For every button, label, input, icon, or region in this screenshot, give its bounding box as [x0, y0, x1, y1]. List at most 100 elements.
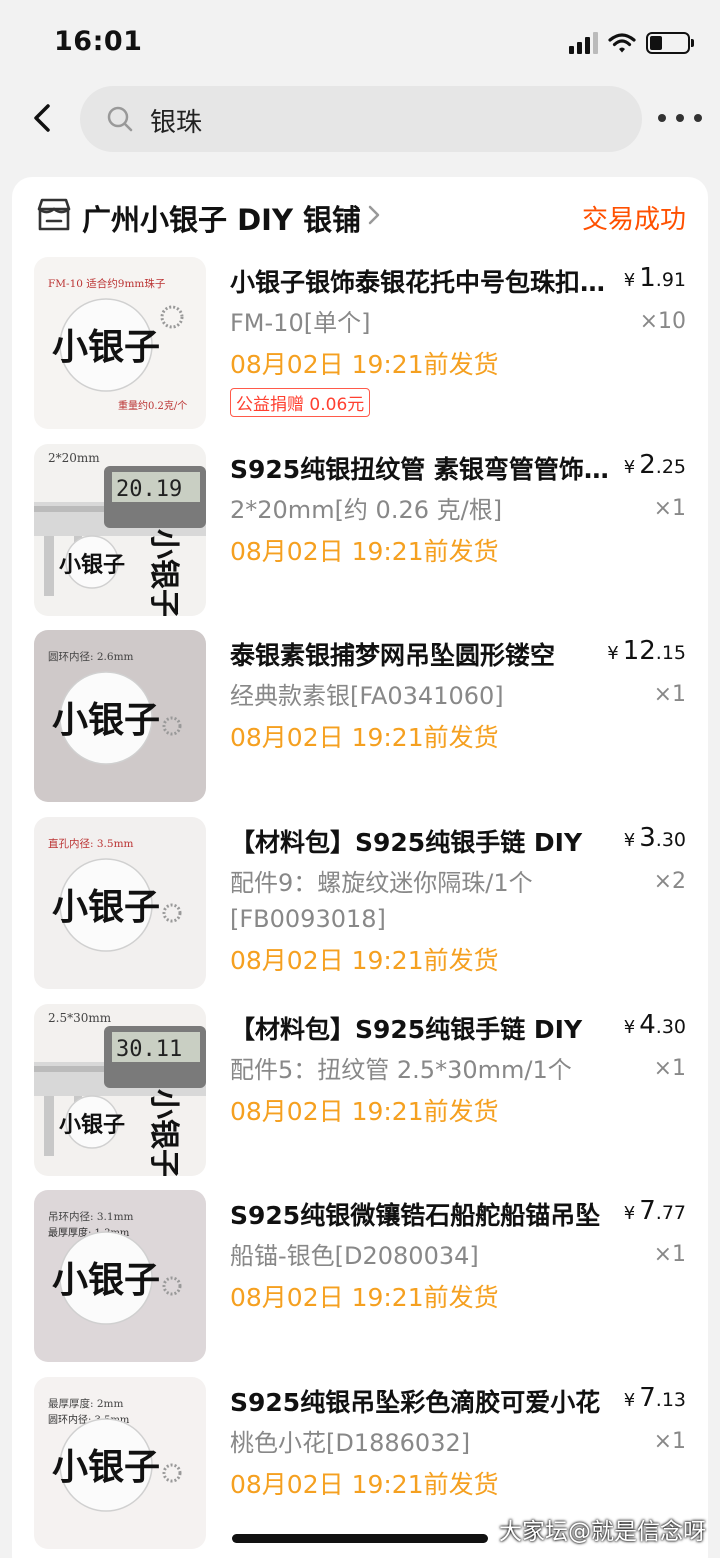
order-item[interactable]: 圆环内径: 2.6mm 小银子 泰银素银捕梦网吊坠圆形镂空 ¥12.15 经典款… — [34, 630, 686, 802]
status-icons — [569, 28, 694, 58]
cellular-signal-icon — [569, 32, 598, 54]
search-query: 银珠 — [150, 108, 203, 138]
item-price: ¥7.13 — [624, 1383, 686, 1413]
item-sku: 经典款素银[FA0341060] — [230, 682, 504, 710]
shipping-time: 08月02日 19:21前发货 — [230, 946, 499, 975]
price-integer: 7 — [639, 1196, 656, 1226]
item-quantity: ×1 — [653, 1056, 686, 1081]
order-card: 广州小银子 DIY 银铺 交易成功 FM-10 适合约9mm珠子 重量约0.2克… — [12, 177, 708, 1558]
back-button[interactable] — [26, 98, 62, 138]
item-price: ¥4.30 — [624, 1010, 686, 1040]
shipping-time: 08月02日 19:21前发货 — [230, 1283, 499, 1312]
currency-symbol: ¥ — [623, 1203, 636, 1224]
product-thumbnail[interactable]: 最厚厚度: 2mm 圆环内径: 3.5mm 小银子 — [34, 1377, 206, 1549]
order-item[interactable]: 吊环内径: 3.1mm 最厚厚度: 1.3mm 小银子 S925纯银微镶锆石船舵… — [34, 1190, 686, 1362]
item-quantity: ×1 — [653, 1242, 686, 1267]
item-sku: 配件5：扭纹管 2.5*30mm/1个 — [230, 1056, 572, 1084]
more-dot-icon — [694, 114, 702, 122]
search-icon — [107, 106, 133, 132]
thumb-logo: 小银子 — [59, 552, 125, 578]
price-decimal: .91 — [655, 269, 686, 291]
order-item[interactable]: 直孔内径: 3.5mm 小银子 【材料包】S925纯银手链 DIY ¥3.30 … — [34, 817, 686, 989]
price-decimal: .77 — [655, 1202, 686, 1224]
price-decimal: .30 — [655, 829, 686, 851]
product-thumbnail[interactable]: 圆环内径: 2.6mm 小银子 — [34, 630, 206, 802]
more-dot-icon — [658, 114, 666, 122]
currency-symbol: ¥ — [607, 643, 619, 664]
price-integer: 1 — [639, 263, 656, 293]
thumb-caption: 直孔内径: 3.5mm — [48, 837, 134, 850]
more-dot-icon — [676, 114, 684, 122]
thumb-logo-side: 小银子 — [146, 529, 181, 616]
price-integer: 4 — [639, 1010, 656, 1040]
shop-icon — [37, 198, 71, 231]
price-decimal: .30 — [655, 1016, 686, 1038]
shipping-time: 08月02日 19:21前发货 — [230, 537, 499, 566]
thumb-logo: 小银子 — [52, 699, 160, 741]
item-title: 泰银素银捕梦网吊坠圆形镂空 — [230, 641, 556, 670]
order-item[interactable]: 2.5*30mm 30.11 小银子 小银子 【材料包】S925纯银手链 DIY… — [34, 1004, 686, 1176]
item-title: 【材料包】S925纯银手链 DIY — [230, 1015, 583, 1044]
order-item[interactable]: 2*20mm 20.19 小银子 小银子 S925纯银扭纹管 素银弯管管饰配件 … — [34, 444, 686, 616]
thumb-caption: 最厚厚度: 2mm — [48, 1397, 124, 1410]
product-thumbnail[interactable]: 直孔内径: 3.5mm 小银子 — [34, 817, 206, 989]
thumb-logo: 小银子 — [52, 326, 160, 368]
product-thumbnail[interactable]: 吊环内径: 3.1mm 最厚厚度: 1.3mm 小银子 — [34, 1190, 206, 1362]
currency-symbol: ¥ — [623, 830, 636, 851]
caliper-reading: 30.11 — [116, 1037, 182, 1062]
order-status: 交易成功 — [581, 205, 686, 235]
price-decimal: .25 — [655, 456, 686, 478]
thumb-logo: 小银子 — [52, 886, 160, 928]
currency-symbol: ¥ — [623, 457, 636, 478]
price-integer: 2 — [639, 450, 656, 480]
shipping-time: 08月02日 19:21前发货 — [230, 1470, 499, 1499]
price-decimal: .15 — [655, 642, 686, 664]
wifi-icon — [608, 33, 636, 53]
thumb-logo: 小银子 — [52, 1259, 160, 1301]
item-title: S925纯银扭纹管 素银弯管管饰配件 — [230, 455, 620, 484]
item-title: S925纯银微镶锆石船舵船锚吊坠 — [230, 1201, 601, 1230]
price-integer: 7 — [639, 1383, 656, 1413]
item-price: ¥2.25 — [624, 450, 686, 480]
product-thumbnail[interactable]: FM-10 适合约9mm珠子 重量约0.2克/个 小银子 — [34, 257, 206, 429]
item-sku: 船锚-银色[D2080034] — [230, 1242, 479, 1270]
shipping-time: 08月02日 19:21前发货 — [230, 350, 499, 379]
item-title: S925纯银吊坠彩色滴胶可爱小花 — [230, 1388, 601, 1417]
thumb-caption: FM-10 适合约9mm珠子 — [48, 277, 165, 290]
shipping-time: 08月02日 19:21前发货 — [230, 1097, 499, 1126]
item-sku: 配件9：螺旋纹迷你隔珠/1个[FB0093018] — [230, 869, 533, 933]
status-time: 16:01 — [54, 26, 143, 57]
thumb-caption: 2.5*30mm — [48, 1011, 112, 1025]
shop-name[interactable]: 广州小银子 DIY 银铺 — [82, 197, 361, 239]
chevron-left-icon — [34, 104, 50, 132]
item-price: ¥7.77 — [624, 1196, 686, 1226]
item-quantity: ×1 — [653, 1429, 686, 1454]
item-price: ¥12.15 — [607, 636, 686, 666]
order-item[interactable]: FM-10 适合约9mm珠子 重量约0.2克/个 小银子 小银子银饰泰银花托中号… — [34, 257, 686, 429]
price-integer: 12 — [622, 636, 656, 666]
thumb-note: 重量约0.2克/个 — [118, 399, 187, 412]
item-sku: FM-10[单个] — [230, 309, 371, 337]
caliper-reading: 20.19 — [116, 477, 182, 502]
chevron-right-icon[interactable] — [366, 203, 382, 227]
product-thumbnail[interactable]: 2.5*30mm 30.11 小银子 小银子 — [34, 1004, 206, 1176]
battery-icon — [646, 32, 694, 54]
item-price: ¥1.91 — [624, 263, 686, 293]
status-bar: 16:01 — [0, 0, 720, 84]
item-title: 【材料包】S925纯银手链 DIY — [230, 828, 583, 857]
price-integer: 3 — [639, 823, 656, 853]
charity-tag: 公益捐赠 0.06元 — [230, 388, 371, 417]
item-sku: 2*20mm[约 0.26 克/根] — [230, 496, 503, 524]
item-title: 小银子银饰泰银花托中号包珠扣饰品 — [230, 268, 620, 297]
item-quantity: ×2 — [653, 869, 686, 894]
shipping-time: 08月02日 19:21前发货 — [230, 723, 499, 752]
watermark: 大家坛@就是信念呀 — [499, 1519, 706, 1545]
price-decimal: .13 — [655, 1389, 686, 1411]
search-bar[interactable]: 银珠 — [80, 86, 642, 152]
item-quantity: ×1 — [653, 682, 686, 707]
item-quantity: ×1 — [653, 496, 686, 521]
product-thumbnail[interactable]: 2*20mm 20.19 小银子 小银子 — [34, 444, 206, 616]
thumb-logo-side: 小银子 — [146, 1089, 181, 1176]
item-sku: 桃色小花[D1886032] — [230, 1429, 471, 1457]
more-button[interactable] — [658, 100, 702, 136]
